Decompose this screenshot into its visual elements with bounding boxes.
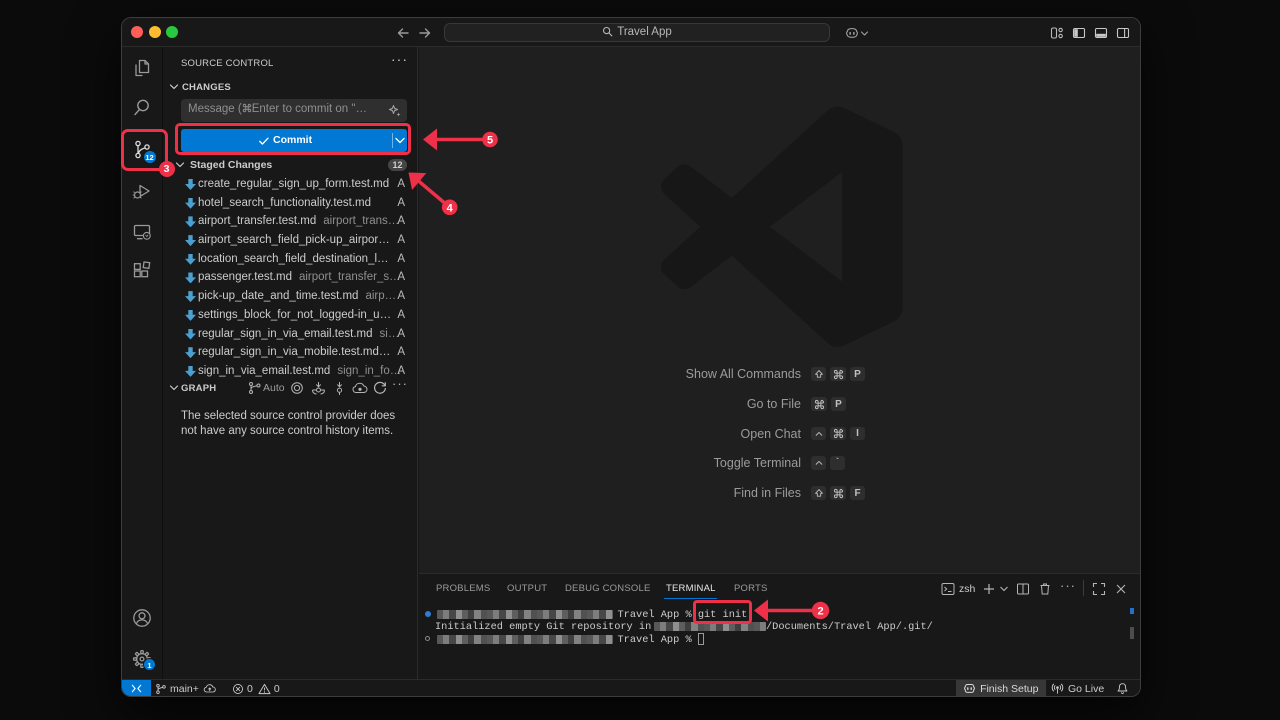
svg-text:2: 2: [817, 606, 823, 618]
svg-text:5: 5: [487, 135, 493, 147]
svg-text:4: 4: [447, 202, 454, 214]
